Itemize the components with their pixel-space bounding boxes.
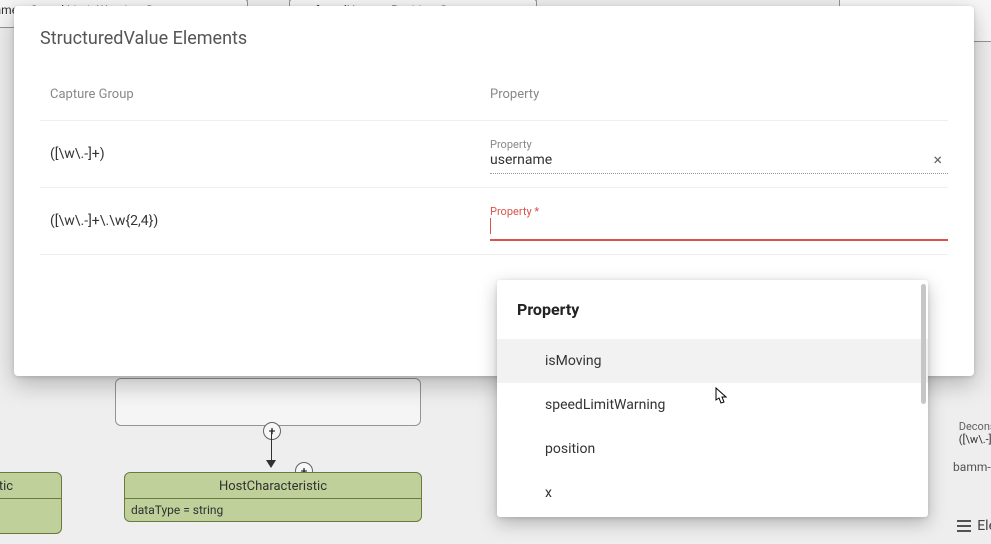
dropdown-group-header: Property <box>497 286 928 339</box>
col-header-property: Property <box>490 87 948 102</box>
field-label-required: Property * <box>490 205 539 218</box>
property-value: username <box>490 152 552 168</box>
capture-group-value: ([\w\.-]+) <box>40 146 490 162</box>
clear-icon[interactable]: × <box>927 150 948 169</box>
dropdown-option-speedlimitwarning[interactable]: speedLimitWarning <box>497 383 928 427</box>
text-caret <box>490 218 491 234</box>
table-header-row: Capture Group Property <box>40 87 948 121</box>
table-row: ([\w\.-]+\.\w{2,4}) Property * <box>40 188 948 255</box>
property-field-required[interactable]: Property * <box>490 201 948 241</box>
property-field-filled[interactable]: Property username × <box>490 134 948 174</box>
field-label: Property <box>490 138 532 151</box>
dropdown-option-ismoving[interactable]: isMoving <box>497 339 928 383</box>
property-autocomplete-dropdown: Property isMoving speedLimitWarning posi… <box>497 280 928 517</box>
table-row: ([\w\.-]+) Property username × <box>40 121 948 188</box>
modal-title: StructuredValue Elements <box>40 28 948 49</box>
dropdown-scrollbar[interactable] <box>921 284 926 404</box>
col-header-capture: Capture Group <box>40 87 490 102</box>
capture-group-value: ([\w\.-]+\.\w{2,4}) <box>40 213 490 229</box>
dropdown-option-position[interactable]: position <box>497 427 928 471</box>
dropdown-option-x[interactable]: x <box>497 471 928 515</box>
